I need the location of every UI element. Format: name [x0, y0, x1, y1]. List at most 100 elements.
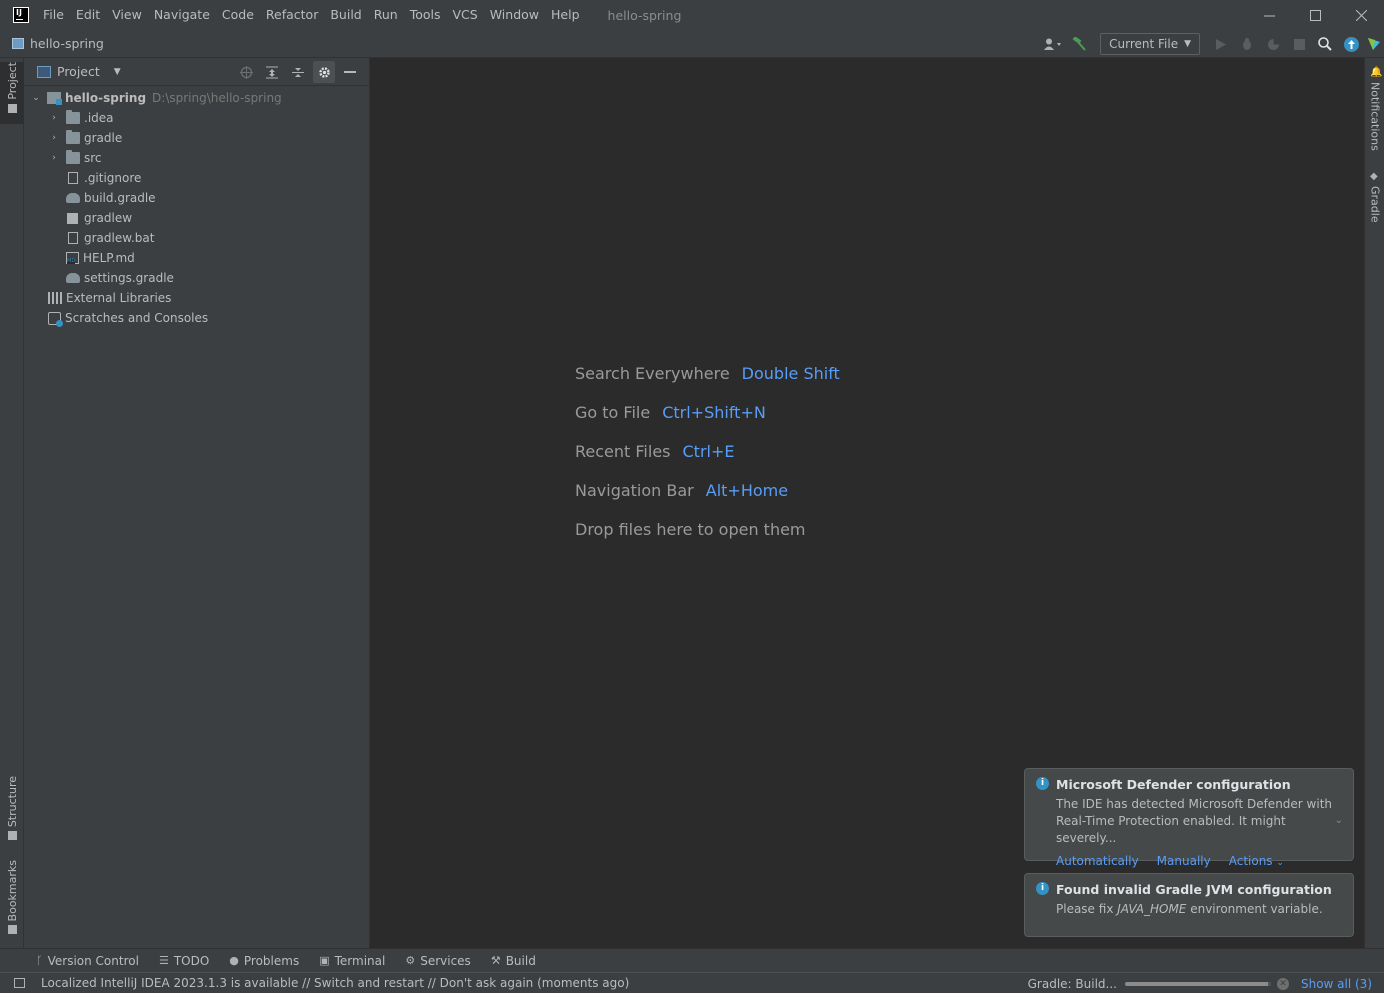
project-tool-window: Project ▼ ⌄ hello-spring D:\spring\hello…	[24, 58, 370, 948]
run-configuration-select[interactable]: Current File ▼	[1100, 33, 1200, 55]
warning-circle-icon: ●	[229, 954, 239, 967]
menu-file[interactable]: File	[43, 0, 64, 30]
jetbrains-ai-button[interactable]	[1364, 30, 1384, 58]
tool-window-label: Terminal	[334, 953, 386, 968]
services-tab[interactable]: ⚙ Services	[405, 954, 470, 968]
run-configuration-label: Current File	[1109, 37, 1179, 51]
tree-item-label: HELP.md	[83, 251, 135, 265]
version-control-tab[interactable]: ᚴ Version Control	[36, 954, 139, 968]
cancel-task-icon[interactable]: ✕	[1276, 977, 1289, 990]
menu-vcs[interactable]: VCS	[453, 0, 478, 30]
actions-dropdown[interactable]: Actions ⌄	[1229, 854, 1284, 868]
stop-button[interactable]	[1286, 30, 1312, 58]
project-panel-tools	[233, 58, 363, 86]
tree-item-gradle-folder[interactable]: › gradle	[24, 128, 369, 148]
gradle-tool-tab[interactable]: ◆ Gradle	[1365, 172, 1384, 228]
tree-item-gitignore[interactable]: .gitignore	[24, 168, 369, 188]
tool-window-bar: ᚴ Version Control ☰ TODO ● Problems ▣ Te…	[0, 948, 1384, 972]
chevron-right-icon[interactable]: ›	[48, 153, 60, 163]
hide-panel-button[interactable]	[337, 58, 363, 86]
folder-icon	[66, 110, 80, 124]
build-tab[interactable]: ⚒ Build	[491, 954, 536, 968]
tree-item-build-gradle[interactable]: build.gradle	[24, 188, 369, 208]
crosshair-icon	[239, 65, 253, 79]
structure-tool-tab[interactable]: Structure	[0, 776, 24, 844]
list-icon: ☰	[158, 954, 169, 967]
bookmarks-tool-tab[interactable]: Bookmarks	[0, 860, 24, 940]
breadcrumb-project[interactable]: hello-spring	[30, 36, 104, 51]
project-tool-tab[interactable]: Project	[0, 62, 24, 124]
menu-run[interactable]: Run	[374, 0, 398, 30]
problems-tab[interactable]: ● Problems	[229, 954, 299, 968]
build-project-button[interactable]	[1066, 30, 1092, 58]
options-button[interactable]	[313, 61, 335, 83]
toggle-tool-windows-icon[interactable]	[14, 978, 25, 988]
maximize-button[interactable]	[1292, 0, 1338, 30]
project-folder-icon	[12, 38, 24, 49]
menu-navigate[interactable]: Navigate	[154, 0, 210, 30]
hint-navigation-bar: Navigation Bar Alt+Home	[575, 471, 840, 510]
run-button[interactable]	[1208, 30, 1234, 58]
manually-link[interactable]: Manually	[1157, 854, 1211, 868]
project-view-selector[interactable]: Project	[57, 64, 100, 79]
tree-item-help-md[interactable]: HELP.md	[24, 248, 369, 268]
debug-button[interactable]	[1234, 30, 1260, 58]
menu-help[interactable]: Help	[551, 0, 580, 30]
menu-refactor[interactable]: Refactor	[266, 0, 318, 30]
info-icon: i	[1036, 777, 1049, 790]
tool-window-label: Version Control	[47, 953, 139, 968]
tree-item-gradlew[interactable]: gradlew	[24, 208, 369, 228]
minimize-button[interactable]	[1246, 0, 1292, 30]
tree-item-external-libraries[interactable]: External Libraries	[24, 288, 369, 308]
tree-item-src[interactable]: › src	[24, 148, 369, 168]
bug-icon	[1243, 38, 1251, 50]
notification-body-prefix: Please fix	[1056, 902, 1118, 916]
gradle-tool-label: Gradle	[1368, 186, 1382, 223]
structure-icon	[7, 831, 17, 841]
menu-edit[interactable]: Edit	[76, 0, 100, 30]
status-bar: Localized IntelliJ IDEA 2023.1.3 is avai…	[0, 972, 1384, 993]
notifications-tool-tab[interactable]: 🔔 Notifications	[1365, 68, 1384, 154]
hint-recent-files: Recent Files Ctrl+E	[575, 432, 840, 471]
chevron-down-icon[interactable]: ▼	[114, 67, 121, 77]
chevron-right-icon[interactable]: ›	[48, 113, 60, 123]
chevron-down-icon[interactable]: ⌄	[30, 93, 42, 103]
menu-build[interactable]: Build	[330, 0, 361, 30]
coverage-button[interactable]	[1260, 30, 1286, 58]
select-opened-file-button[interactable]	[233, 58, 259, 86]
chevron-right-icon[interactable]: ›	[48, 133, 60, 143]
notification-defender[interactable]: i Microsoft Defender configuration The I…	[1024, 768, 1354, 868]
automatically-link[interactable]: Automatically	[1056, 854, 1139, 868]
menu-tools[interactable]: Tools	[410, 0, 441, 30]
tree-item-settings-gradle[interactable]: settings.gradle	[24, 268, 369, 288]
account-button[interactable]	[1040, 30, 1066, 58]
show-all-tasks-link[interactable]: Show all (3)	[1301, 977, 1372, 991]
tree-item-scratches[interactable]: Scratches and Consoles	[24, 308, 369, 328]
menu-code[interactable]: Code	[222, 0, 254, 30]
search-everywhere-button[interactable]	[1312, 30, 1338, 58]
close-button[interactable]	[1338, 0, 1384, 30]
status-message[interactable]: Localized IntelliJ IDEA 2023.1.3 is avai…	[41, 976, 629, 990]
notification-gradle-jvm[interactable]: i Found invalid Gradle JVM configuration…	[1024, 873, 1354, 937]
jetbrains-logo-icon	[1368, 38, 1380, 50]
menu-view[interactable]: View	[112, 0, 142, 30]
branch-icon: ᚴ	[36, 954, 43, 967]
right-tool-strip: 🔔 Notifications ◆ Gradle	[1364, 58, 1384, 948]
intellij-logo-icon	[13, 7, 29, 23]
expand-all-button[interactable]	[259, 58, 285, 86]
tree-root-path: D:\spring\hello-spring	[152, 91, 282, 105]
tree-item-gradlew-bat[interactable]: gradlew.bat	[24, 228, 369, 248]
tree-item-idea[interactable]: › .idea	[24, 108, 369, 128]
libraries-icon	[48, 292, 62, 304]
expand-chevron-icon[interactable]: ⌄	[1335, 815, 1343, 826]
project-tool-label: Project	[5, 62, 19, 100]
menu-window[interactable]: Window	[490, 0, 539, 30]
todo-tab[interactable]: ☰ TODO	[159, 954, 209, 968]
empty-editor-hints: Search Everywhere Double Shift Go to Fil…	[575, 354, 840, 549]
terminal-tab[interactable]: ▣ Terminal	[319, 954, 385, 968]
folder-icon	[7, 103, 17, 113]
update-button[interactable]	[1338, 30, 1364, 58]
collapse-all-button[interactable]	[285, 58, 311, 86]
background-task-label[interactable]: Gradle: Build...	[1028, 977, 1117, 991]
tree-root-hello-spring[interactable]: ⌄ hello-spring D:\spring\hello-spring	[24, 88, 369, 108]
